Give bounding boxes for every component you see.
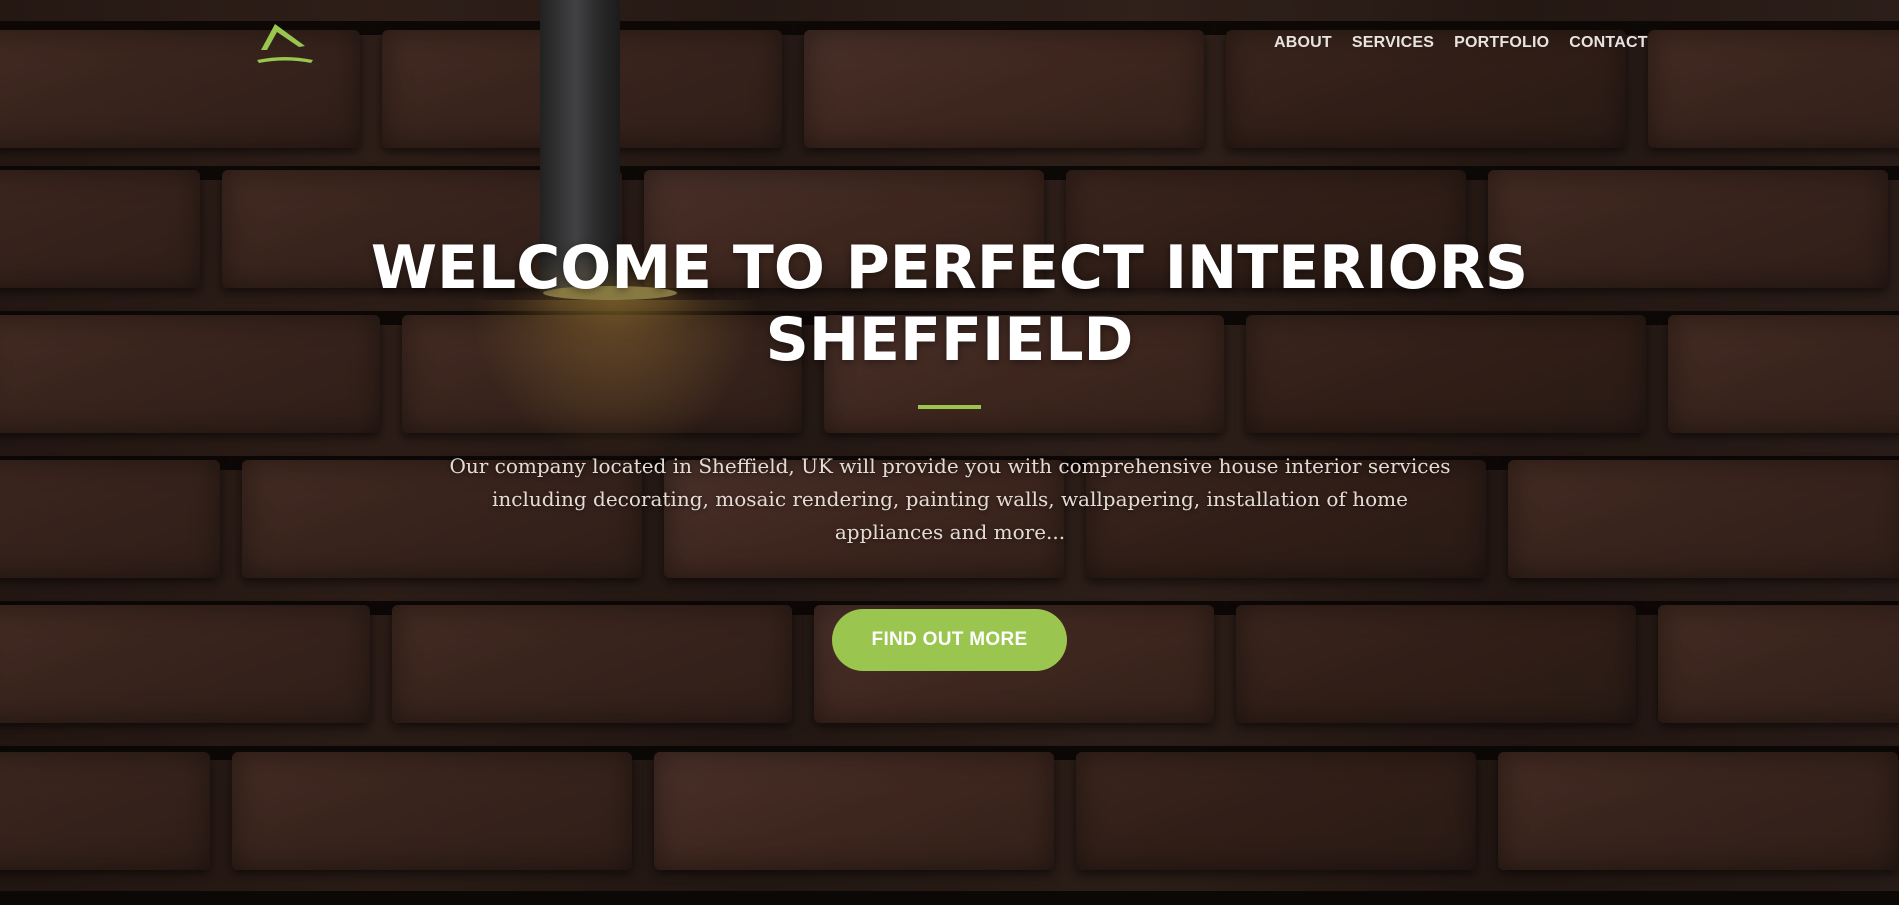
nav-item-services[interactable]: SERVICES <box>1352 34 1434 52</box>
find-out-more-button[interactable]: FIND OUT MORE <box>832 609 1067 671</box>
hero-section: ABOUT SERVICES PORTFOLIO CONTACT WELCOME… <box>0 0 1899 905</box>
title-divider <box>918 405 981 409</box>
house-roof-logo-icon[interactable] <box>255 20 315 68</box>
nav-item-portfolio[interactable]: PORTFOLIO <box>1454 34 1549 52</box>
hero-description: Our company located in Sheffield, UK wil… <box>449 454 1451 544</box>
hero-title: WELCOME TO PERFECT INTERIORS SHEFFIELD <box>0 232 1899 376</box>
hero-title-line2: SHEFFIELD <box>765 305 1134 375</box>
hero-title-line1: WELCOME TO PERFECT INTERIORS <box>370 233 1529 303</box>
nav-item-contact[interactable]: CONTACT <box>1569 34 1647 52</box>
nav-item-about[interactable]: ABOUT <box>1274 34 1332 52</box>
main-nav: ABOUT SERVICES PORTFOLIO CONTACT <box>1274 34 1648 52</box>
